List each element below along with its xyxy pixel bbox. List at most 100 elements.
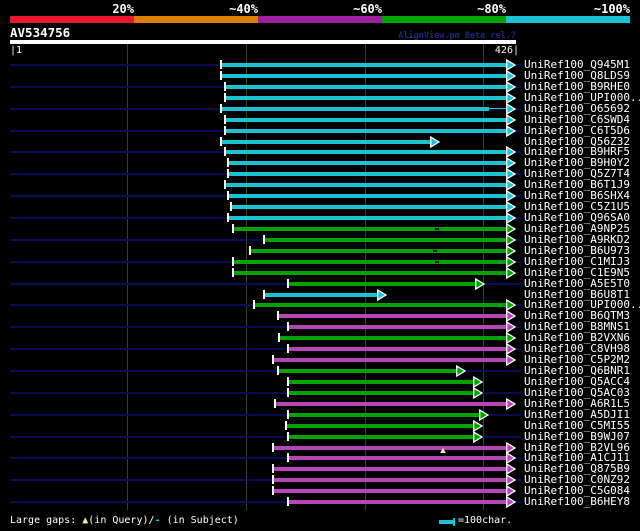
gap-legend: Large gaps: ▲(in Query)/- (in Subject) (10, 514, 239, 527)
scale-segment-label: ~80% (477, 2, 506, 16)
hit-bar[interactable] (288, 412, 479, 417)
query-reference-bar (10, 40, 516, 44)
gap-notch (434, 260, 439, 263)
alignment-row: UniRef100_B6HEY8 (0, 496, 640, 509)
hit-bar[interactable] (274, 358, 506, 363)
hit-start-tick (253, 300, 256, 310)
hit-arrowhead-icon (506, 496, 516, 509)
hit-bar[interactable] (288, 325, 506, 330)
hit-start-tick (286, 278, 289, 288)
hit-bar[interactable] (250, 248, 506, 253)
hit-bar[interactable] (288, 456, 506, 461)
hit-bar[interactable] (225, 95, 506, 100)
hundred-char-sample-bar (439, 520, 454, 524)
hit-bar[interactable] (234, 226, 506, 231)
hit-start-tick (262, 289, 265, 299)
hit-start-tick (220, 103, 223, 113)
hit-bar[interactable] (275, 401, 506, 406)
hit-bar[interactable] (229, 161, 506, 166)
hit-start-tick (223, 114, 226, 124)
hit-bar[interactable] (222, 63, 506, 67)
scale-segment (506, 16, 630, 23)
hit-bar[interactable] (264, 237, 506, 242)
hit-bar[interactable] (231, 205, 506, 210)
hit-bar[interactable] (225, 117, 506, 122)
hit-start-tick (286, 431, 289, 441)
hit-start-tick (273, 398, 276, 408)
hit-start-tick (272, 486, 275, 496)
hit-start-tick (262, 234, 265, 244)
hit-label[interactable]: UniRef100_B6HEY8 (524, 496, 630, 508)
hit-start-tick (227, 169, 230, 179)
hit-bar[interactable] (287, 423, 473, 428)
hit-bar[interactable] (279, 369, 457, 374)
hit-bar[interactable] (264, 292, 377, 297)
hit-start-tick (272, 464, 275, 474)
hit-start-tick (277, 366, 280, 376)
hit-start-tick (248, 245, 251, 255)
hit-bar[interactable] (288, 390, 473, 395)
hit-start-tick (272, 442, 275, 452)
subject-gap-thin-line (489, 107, 506, 109)
gap-notch (434, 227, 439, 230)
hit-bar[interactable] (288, 434, 473, 439)
scale-segment-label: 20% (112, 2, 134, 16)
hit-bar[interactable] (288, 379, 473, 384)
hit-bar[interactable] (274, 467, 506, 472)
alignview-screen: 20% ~40% ~60% ~80% ~100% AV534756 AlignView.… (0, 0, 640, 531)
hit-bar[interactable] (222, 106, 490, 111)
hit-start-tick (227, 191, 230, 201)
hit-start-tick (286, 344, 289, 354)
hit-bar[interactable] (225, 84, 506, 89)
hit-start-tick (285, 420, 288, 430)
gap-notch (433, 249, 438, 252)
hit-bar[interactable] (288, 281, 476, 286)
hit-start-tick (286, 453, 289, 463)
hit-start-tick (223, 180, 226, 190)
scale-segment (134, 16, 258, 23)
scale-segment-label: ~60% (353, 2, 382, 16)
hit-bar[interactable] (288, 500, 506, 505)
hit-bar[interactable] (288, 347, 506, 352)
hit-start-tick (286, 387, 289, 397)
ruler-end-label: 426| (494, 45, 519, 56)
hit-bar[interactable] (222, 139, 431, 144)
hit-start-tick (286, 497, 289, 507)
hit-bar[interactable] (279, 314, 506, 319)
hit-start-tick (232, 256, 235, 266)
query-name: AV534756 (10, 25, 71, 40)
hit-start-tick (272, 355, 275, 365)
hit-bar[interactable] (225, 150, 506, 155)
scale-segment-label: ~100% (593, 2, 630, 16)
hit-bar[interactable] (229, 172, 506, 177)
scale-segment (382, 16, 506, 23)
hit-start-tick (220, 136, 223, 146)
hit-start-tick (220, 70, 223, 80)
hit-bar[interactable] (234, 270, 506, 275)
scale-segment-label: ~40% (229, 2, 258, 16)
hit-start-tick (272, 475, 275, 485)
hit-bar[interactable] (229, 216, 506, 221)
hit-bar[interactable] (274, 489, 506, 494)
hit-bar[interactable] (225, 183, 506, 188)
hit-bar[interactable] (229, 194, 506, 199)
hit-start-tick (223, 81, 226, 91)
hundred-char-label: =100char. (458, 515, 513, 526)
hit-start-tick (232, 223, 235, 233)
hit-bar[interactable] (274, 478, 506, 483)
hit-bar[interactable] (274, 445, 506, 450)
hit-start-tick (277, 311, 280, 321)
hit-bar[interactable] (280, 336, 506, 341)
hit-start-tick (227, 213, 230, 223)
hit-bar[interactable] (222, 73, 506, 78)
hit-start-tick (232, 267, 235, 277)
hit-start-tick (278, 333, 281, 343)
hit-bar[interactable] (255, 303, 506, 308)
hit-start-tick (286, 376, 289, 386)
hit-bar[interactable] (225, 128, 506, 133)
ruler-start-label: |1 (10, 45, 23, 56)
hit-start-tick (227, 158, 230, 168)
gap-legend-prefix: Large gaps: (10, 515, 83, 526)
hit-start-tick (223, 147, 226, 157)
hit-bar[interactable] (234, 259, 506, 264)
